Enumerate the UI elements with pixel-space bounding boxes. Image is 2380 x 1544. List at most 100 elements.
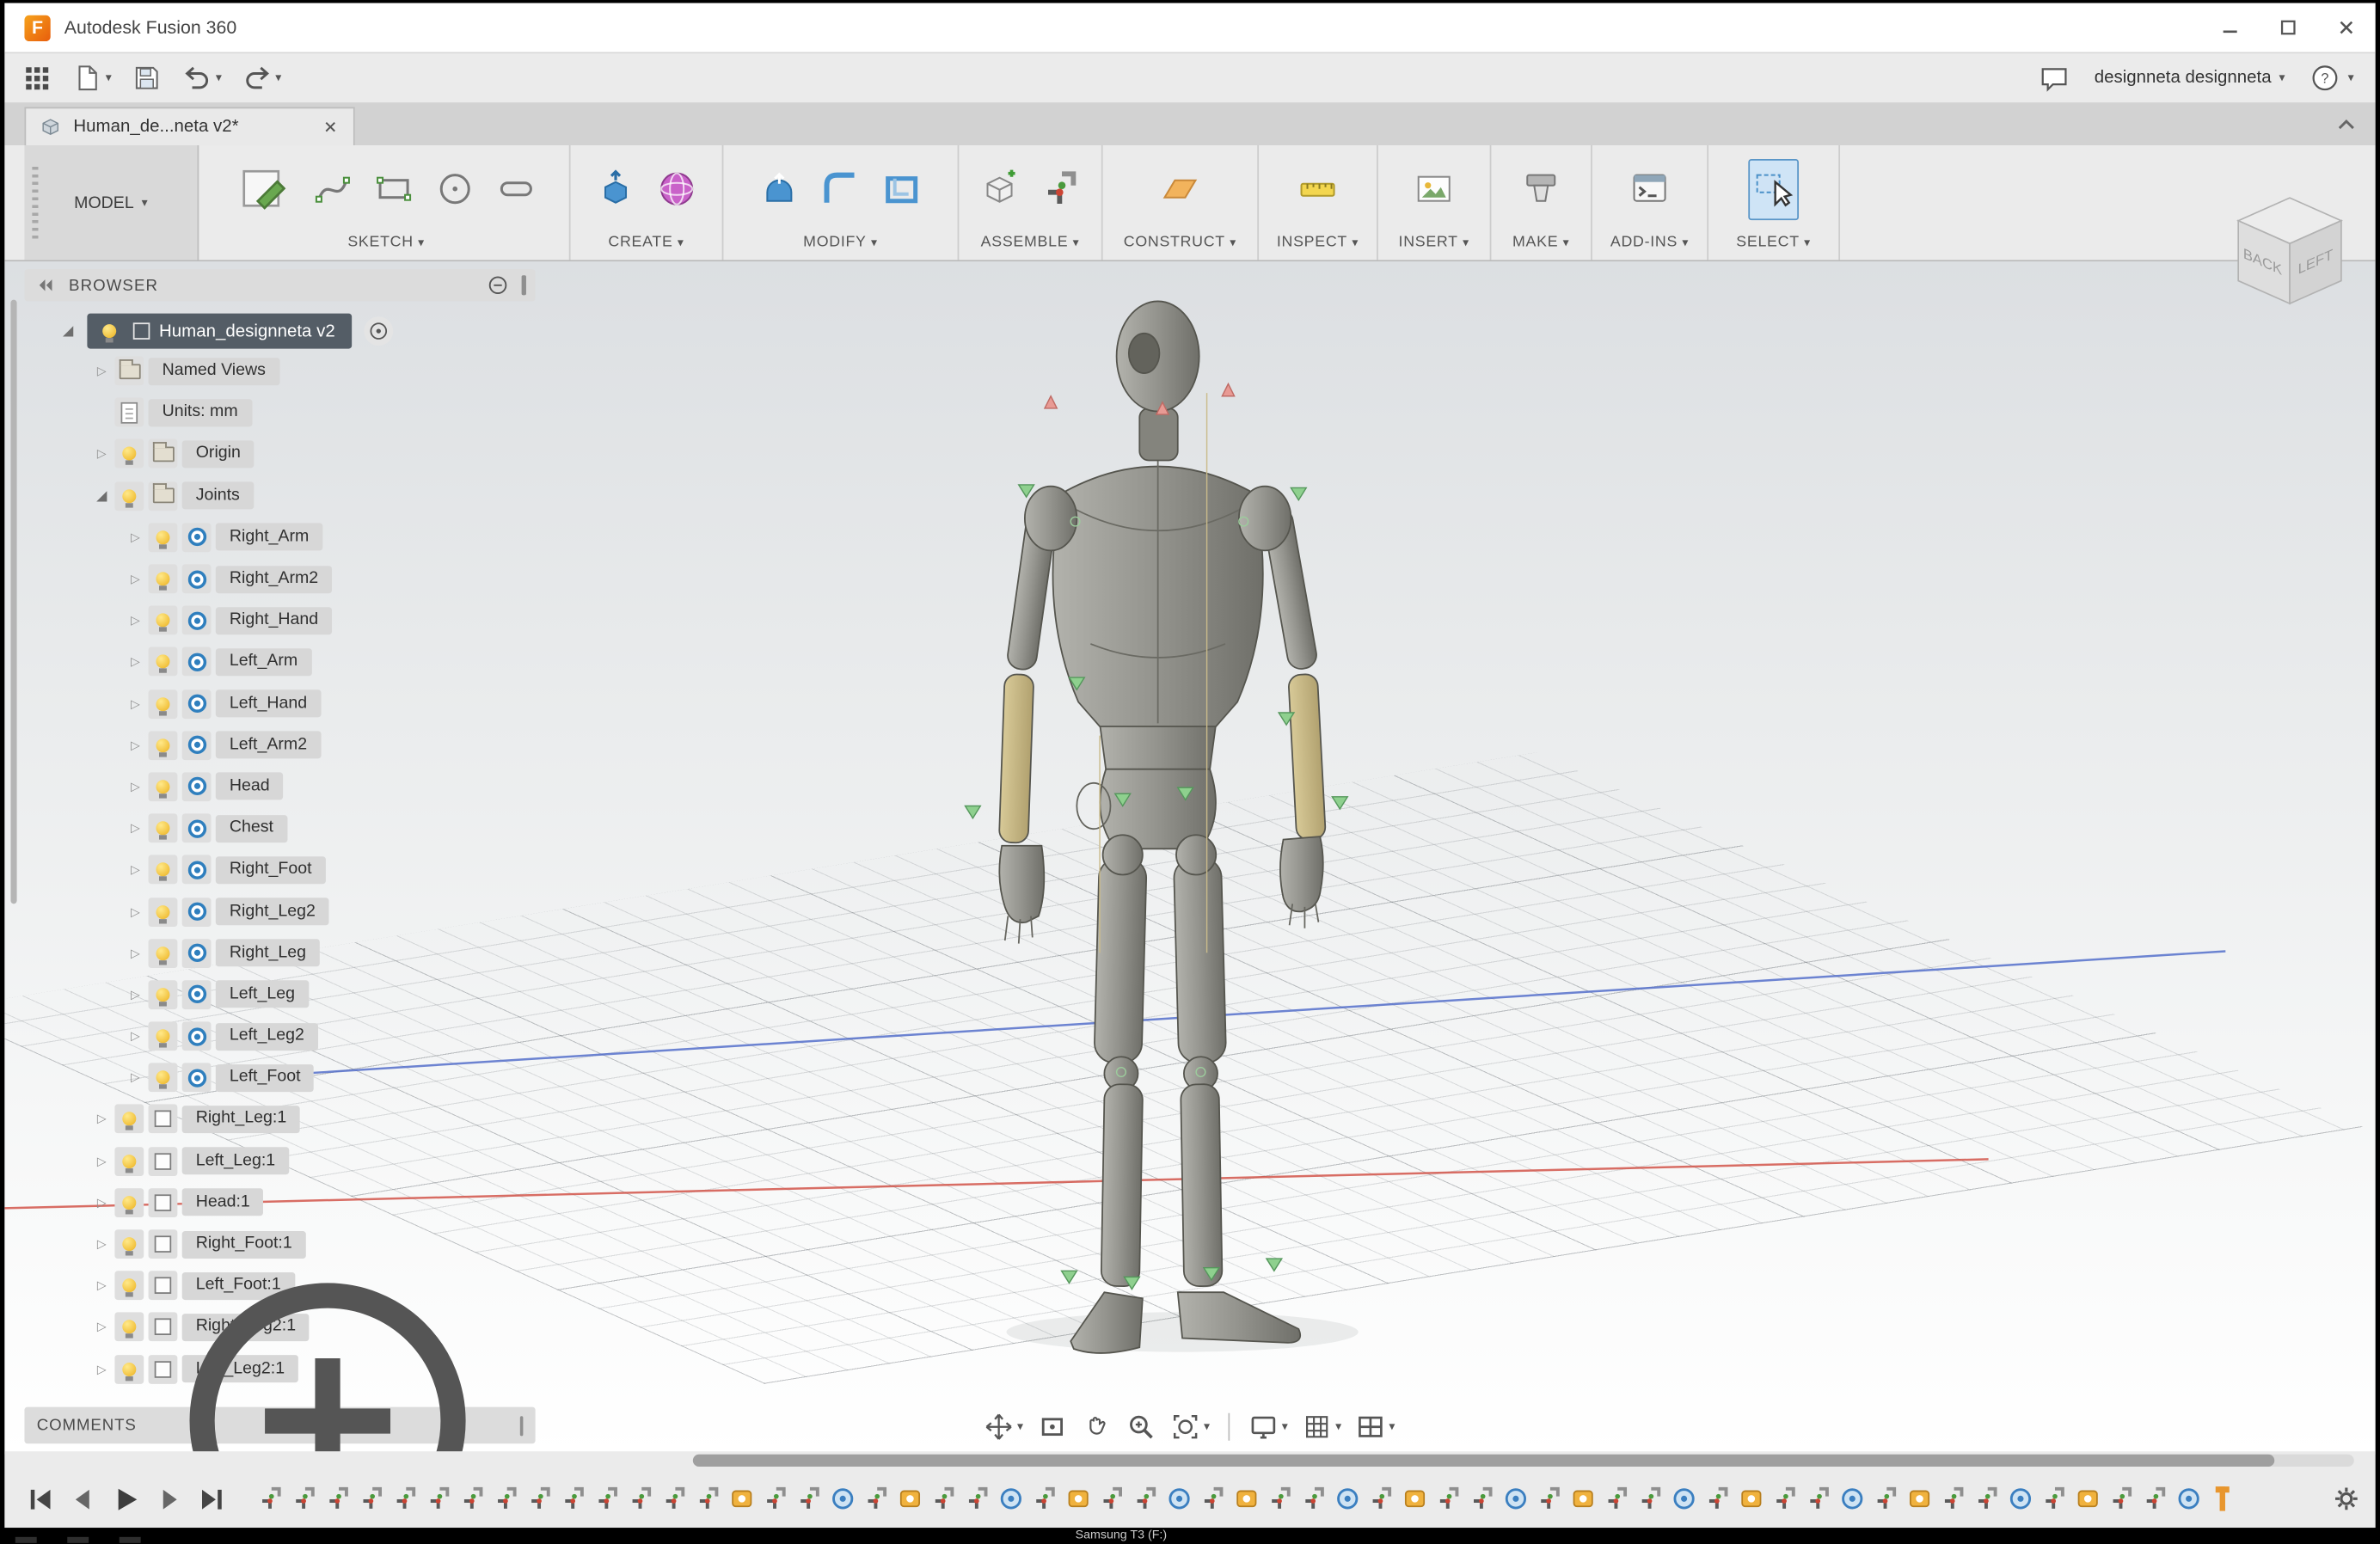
new-component-button[interactable]	[974, 158, 1025, 219]
timeline-op-joint[interactable]	[1603, 1485, 1630, 1512]
visibility-bulb-icon[interactable]	[148, 980, 178, 1009]
scrollbar-thumb[interactable]	[692, 1454, 2275, 1467]
play-button[interactable]	[108, 1481, 144, 1516]
joint-origin-icon[interactable]	[181, 730, 212, 760]
viewport-canvas[interactable]: BROWSER ◢ Human_designneta v2 ▷ Named Vie…	[4, 261, 2376, 1455]
visibility-bulb-icon[interactable]	[148, 523, 178, 552]
document-tab[interactable]: Human_de...neta v2*	[24, 107, 355, 145]
timeline-op-joint[interactable]	[2040, 1485, 2068, 1512]
measure-button[interactable]	[1292, 158, 1343, 219]
expand-arrow-icon[interactable]: ▷	[122, 655, 148, 669]
joint-origin-icon[interactable]	[181, 855, 212, 885]
scripts-button[interactable]	[1624, 158, 1675, 219]
add-comment-icon[interactable]	[149, 1242, 507, 1455]
tree-item-right-foot[interactable]: ▷ Right_Foot	[24, 849, 544, 891]
tree-item-right-leg[interactable]: ▷ Right_Leg	[24, 932, 544, 973]
tree-item-left-leg[interactable]: ▷ Left_Leg	[24, 974, 544, 1015]
visibility-bulb-icon[interactable]	[114, 481, 144, 511]
timeline-op-joint[interactable]	[459, 1485, 487, 1512]
zoom-fit-button[interactable]: ▾	[1170, 1412, 1210, 1443]
tree-item-right-leg2[interactable]: ▷ Right_Leg2	[24, 891, 544, 932]
timeline-op-capture[interactable]	[2074, 1485, 2101, 1512]
user-account-menu[interactable]: designneta designneta ▾	[2095, 69, 2285, 87]
panel-resize-grip[interactable]	[519, 1415, 524, 1436]
timeline-op-capture[interactable]	[1233, 1485, 1261, 1512]
timeline-op-joint[interactable]	[964, 1485, 991, 1512]
slot-button[interactable]	[490, 158, 541, 219]
timeline-op-joint[interactable]	[593, 1485, 621, 1512]
tree-item-right-arm2[interactable]: ▷ Right_Arm2	[24, 558, 544, 599]
visibility-bulb-icon[interactable]	[148, 730, 178, 760]
caret-down-icon[interactable]: ▾	[216, 71, 222, 84]
joint-origin-icon[interactable]	[181, 1021, 212, 1051]
joint-origin-icon[interactable]	[181, 980, 212, 1009]
timeline-op-joint[interactable]	[426, 1485, 453, 1512]
joint-origin-icon[interactable]	[181, 605, 212, 635]
step-forward-button[interactable]	[151, 1481, 187, 1516]
grid-menu-button[interactable]	[21, 63, 52, 94]
timeline-op-capture[interactable]	[1064, 1485, 1092, 1512]
ribbon-menu-sketch[interactable]: SKETCH ▾	[204, 234, 569, 251]
timeline-op-joint[interactable]	[2107, 1485, 2135, 1512]
tree-item-head-1[interactable]: ▷ Head:1	[24, 1182, 544, 1223]
create-sketch-button[interactable]	[232, 154, 297, 224]
minimize-button[interactable]	[2201, 8, 2260, 47]
make-print-button[interactable]	[1516, 158, 1567, 219]
timeline-op-joint[interactable]	[1704, 1485, 1732, 1512]
ribbon-menu-make[interactable]: MAKE ▾	[1491, 234, 1591, 251]
timeline-op-joint[interactable]	[660, 1485, 688, 1512]
visibility-bulb-icon[interactable]	[114, 439, 144, 469]
press-pull-button[interactable]	[754, 158, 805, 219]
expand-arrow-icon[interactable]: ▷	[122, 780, 148, 793]
extrude-button[interactable]	[591, 158, 641, 219]
visibility-bulb-icon[interactable]	[148, 938, 178, 968]
joint-origin-icon[interactable]	[181, 772, 212, 802]
joint-origin-icon[interactable]	[181, 564, 212, 594]
expand-arrow-icon[interactable]: ▷	[89, 1237, 114, 1251]
timeline-op-joint[interactable]	[1267, 1485, 1294, 1512]
caret-down-icon[interactable]: ▾	[275, 71, 281, 84]
collapse-toolbar-icon[interactable]	[2333, 112, 2360, 139]
timeline-op-joint[interactable]	[1771, 1485, 1799, 1512]
timeline-op-joint[interactable]	[1199, 1485, 1227, 1512]
timeline-op-orbit[interactable]	[1502, 1485, 1530, 1512]
tree-item-left-foot[interactable]: ▷ Left_Foot	[24, 1057, 544, 1099]
viewports-button[interactable]: ▾	[1355, 1412, 1395, 1443]
undo-button[interactable]: ▾	[182, 63, 222, 94]
visibility-bulb-icon[interactable]	[114, 1229, 144, 1259]
visibility-bulb-icon[interactable]	[114, 1354, 144, 1384]
timeline-op-joint[interactable]	[358, 1485, 385, 1512]
visibility-bulb-icon[interactable]	[114, 1313, 144, 1342]
joint-origin-icon[interactable]	[181, 1063, 212, 1093]
visibility-bulb-icon[interactable]	[114, 1271, 144, 1301]
expand-arrow-icon[interactable]: ▷	[122, 572, 148, 585]
expand-arrow-icon[interactable]: ▷	[122, 822, 148, 836]
file-button[interactable]: ▾	[72, 63, 112, 94]
timeline-op-joint[interactable]	[862, 1485, 890, 1512]
tree-item-left-hand[interactable]: ▷ Left_Hand	[24, 683, 544, 724]
view-cube[interactable]: BACK LEFT	[2217, 183, 2364, 315]
tree-item-joints[interactable]: ◢ Joints	[24, 475, 544, 516]
expand-arrow-icon[interactable]: ▷	[122, 1071, 148, 1085]
timeline-op-joint[interactable]	[627, 1485, 654, 1512]
visibility-bulb-icon[interactable]	[114, 1187, 144, 1217]
collapse-arrow-icon[interactable]: ◢	[89, 487, 114, 505]
timeline-op-joint[interactable]	[1098, 1485, 1126, 1512]
expand-arrow-icon[interactable]: ▷	[89, 365, 114, 378]
expand-arrow-icon[interactable]: ▷	[122, 1029, 148, 1043]
timeline-op-joint[interactable]	[795, 1485, 823, 1512]
tree-item-left-arm[interactable]: ▷ Left_Arm	[24, 641, 544, 683]
ribbon-menu-inspect[interactable]: INSPECT ▾	[1259, 234, 1377, 251]
tree-item-right-leg-1[interactable]: ▷ Right_Leg:1	[24, 1099, 544, 1140]
timeline-op-orbit[interactable]	[1334, 1485, 1361, 1512]
timeline-op-joint[interactable]	[391, 1485, 419, 1512]
timeline-settings-gear-icon[interactable]	[2331, 1484, 2362, 1515]
expand-arrow-icon[interactable]: ▷	[89, 1320, 114, 1334]
shell-button[interactable]	[876, 158, 927, 219]
timeline-op-joint[interactable]	[1031, 1485, 1058, 1512]
timeline-op-orbit[interactable]	[829, 1485, 856, 1512]
ribbon-menu-modify[interactable]: MODIFY ▾	[723, 234, 957, 251]
activate-component-radio[interactable]	[364, 316, 394, 346]
tab-close-icon[interactable]	[320, 116, 341, 138]
visibility-bulb-icon[interactable]	[148, 772, 178, 802]
